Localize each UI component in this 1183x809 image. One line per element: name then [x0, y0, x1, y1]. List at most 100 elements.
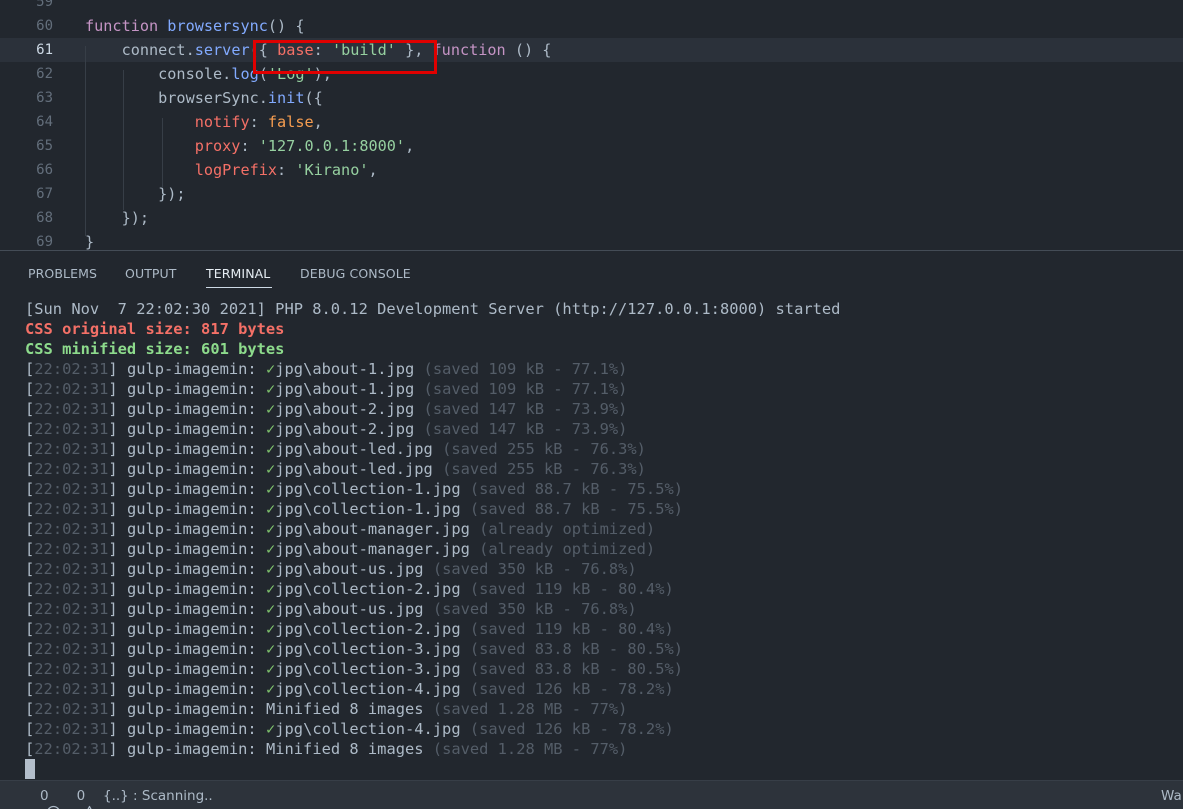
log-file: jpg\about-2.jpg	[275, 400, 415, 418]
log-file: jpg\about-1.jpg	[275, 380, 415, 398]
terminal-line: [22:02:31] gulp-imagemin: ✓jpg\collectio…	[25, 480, 683, 498]
problems-indicator[interactable]: 0 0	[20, 788, 93, 809]
terminal-line: [22:02:31] gulp-imagemin: ✓jpg\collectio…	[25, 500, 683, 518]
terminal-line: [22:02:31] gulp-imagemin: ✓jpg\collectio…	[25, 680, 674, 698]
log-task: gulp-imagemin:	[126, 400, 257, 418]
code-token: browserSync	[85, 89, 259, 107]
log-task: gulp-imagemin:	[126, 580, 257, 598]
tab-problems[interactable]: PROBLEMS	[28, 266, 97, 281]
code-token: ({	[304, 89, 323, 107]
terminal-line: [Sun Nov 7 22:02:30 2021] PHP 8.0.12 Dev…	[25, 299, 840, 319]
log-timestamp: 22:02:31	[34, 640, 109, 658]
log-note: (saved 350 kB - 76.8%)	[432, 560, 637, 578]
terminal-line: [22:02:31] gulp-imagemin: ✓jpg\collectio…	[25, 640, 683, 658]
line-number: 62	[36, 66, 53, 82]
line-code: }	[85, 230, 94, 250]
terminal[interactable]: [Sun Nov 7 22:02:30 2021] PHP 8.0.12 Dev…	[0, 297, 1183, 779]
log-task: gulp-imagemin:	[126, 660, 257, 678]
code-token: }	[85, 233, 95, 250]
code-token: browsersync	[167, 17, 268, 35]
line-number: 67	[36, 186, 53, 202]
terminal-line: [22:02:31] gulp-imagemin: ✓jpg\about-2.j…	[25, 400, 628, 418]
log-file: jpg\about-manager.jpg	[275, 540, 470, 558]
log-note: (saved 255 kB - 76.3%)	[442, 460, 646, 478]
code-line[interactable]: 66 logPrefix: 'Kirano',	[0, 158, 1183, 182]
check-icon: ✓	[265, 640, 276, 658]
code-line[interactable]: 63 browserSync.init({	[0, 86, 1183, 110]
code-token: .	[222, 65, 232, 83]
line-code: notify: false,	[85, 110, 323, 134]
code-line[interactable]: 59	[0, 0, 1183, 14]
code-token: '127.0.0.1:8000'	[258, 137, 406, 155]
check-icon: ✓	[265, 380, 276, 398]
log-text: CSS original size: 817 bytes	[25, 320, 285, 338]
terminal-line: CSS minified size: 601 bytes	[25, 339, 284, 359]
log-note: (saved 147 kB - 73.9%)	[423, 420, 628, 438]
annotation-highlight-box	[253, 40, 437, 74]
tab-output[interactable]: OUTPUT	[125, 266, 177, 281]
check-icon: ✓	[265, 480, 276, 498]
error-icon	[20, 789, 60, 809]
line-number: 59	[36, 0, 53, 10]
check-icon: ✓	[265, 400, 276, 418]
log-timestamp: 22:02:31	[34, 460, 109, 478]
status-right-item[interactable]: Wa	[1141, 788, 1182, 804]
log-timestamp: 22:02:31	[34, 480, 109, 498]
code-line[interactable]: 67 });	[0, 182, 1183, 206]
check-icon: ✓	[265, 540, 276, 558]
indent-guide	[123, 70, 124, 210]
code-token: console	[85, 65, 223, 83]
log-task: gulp-imagemin:	[126, 640, 257, 658]
code-line[interactable]: 65 proxy: '127.0.0.1:8000',	[0, 134, 1183, 158]
log-file: jpg\collection-3.jpg	[275, 660, 461, 678]
tab-debug-console[interactable]: DEBUG CONSOLE	[300, 266, 411, 281]
log-task: gulp-imagemin:	[126, 500, 257, 518]
log-note: (saved 83.8 kB - 80.5%)	[469, 640, 683, 658]
log-note: (saved 126 kB - 78.2%)	[469, 680, 674, 698]
code-token: function	[85, 17, 168, 35]
code-line[interactable]: 64 notify: false,	[0, 110, 1183, 134]
log-file: jpg\collection-2.jpg	[275, 620, 461, 638]
log-text: [Sun Nov 7 22:02:30 2021] PHP 8.0.12 Dev…	[25, 300, 841, 318]
log-task: gulp-imagemin:	[126, 680, 257, 698]
code-token: init	[267, 89, 305, 107]
line-code: function browsersync() {	[85, 14, 304, 38]
code-line[interactable]: 61 connect.server({ base: 'build' }, fun…	[0, 38, 1183, 62]
line-number: 64	[36, 114, 53, 130]
log-timestamp: 22:02:31	[34, 400, 109, 418]
warning-icon	[57, 789, 93, 809]
code-token: notify	[85, 113, 250, 131]
log-timestamp: 22:02:31	[34, 540, 109, 558]
log-task: gulp-imagemin:	[126, 600, 257, 618]
check-icon: ✓	[265, 720, 276, 738]
code-line[interactable]: 60 function browsersync() {	[0, 14, 1183, 38]
check-icon: ✓	[265, 680, 276, 698]
scanning-status[interactable]: {..} : Scanning..	[103, 788, 213, 804]
log-file: jpg\collection-2.jpg	[275, 580, 461, 598]
line-code: browserSync.init({	[85, 86, 323, 110]
tab-terminal[interactable]: TERMINAL	[206, 266, 270, 281]
log-note: (saved 255 kB - 76.3%)	[442, 440, 646, 458]
code-token: });	[85, 209, 150, 227]
log-note: (already optimized)	[479, 540, 656, 558]
check-icon: ✓	[265, 560, 276, 578]
log-note: (saved 88.7 kB - 75.5%)	[469, 500, 683, 518]
warning-count: 0	[76, 788, 86, 804]
log-timestamp: 22:02:31	[34, 440, 109, 458]
check-icon: ✓	[265, 600, 276, 618]
log-timestamp: 22:02:31	[34, 360, 109, 378]
log-note: (saved 109 kB - 77.1%)	[423, 380, 628, 398]
error-count: 0	[40, 788, 49, 804]
code-line[interactable]: 68 });	[0, 206, 1183, 230]
check-icon: ✓	[265, 360, 276, 378]
status-bar: 0 0 {..} : Scanning.. Wa	[0, 780, 1183, 809]
log-file: jpg\about-us.jpg	[275, 560, 424, 578]
code-editor[interactable]: 59 60 function browsersync() {61 connect.s…	[0, 0, 1183, 250]
terminal-line: [22:02:31] gulp-imagemin: ✓jpg\about-led…	[25, 460, 646, 478]
log-note: (saved 88.7 kB - 75.5%)	[469, 480, 683, 498]
code-line[interactable]: 62 console.log('Log');	[0, 62, 1183, 86]
code-line[interactable]: 69}	[0, 230, 1183, 250]
log-timestamp: 22:02:31	[34, 420, 109, 438]
log-timestamp: 22:02:31	[34, 700, 109, 718]
code-token: connect	[85, 41, 186, 59]
